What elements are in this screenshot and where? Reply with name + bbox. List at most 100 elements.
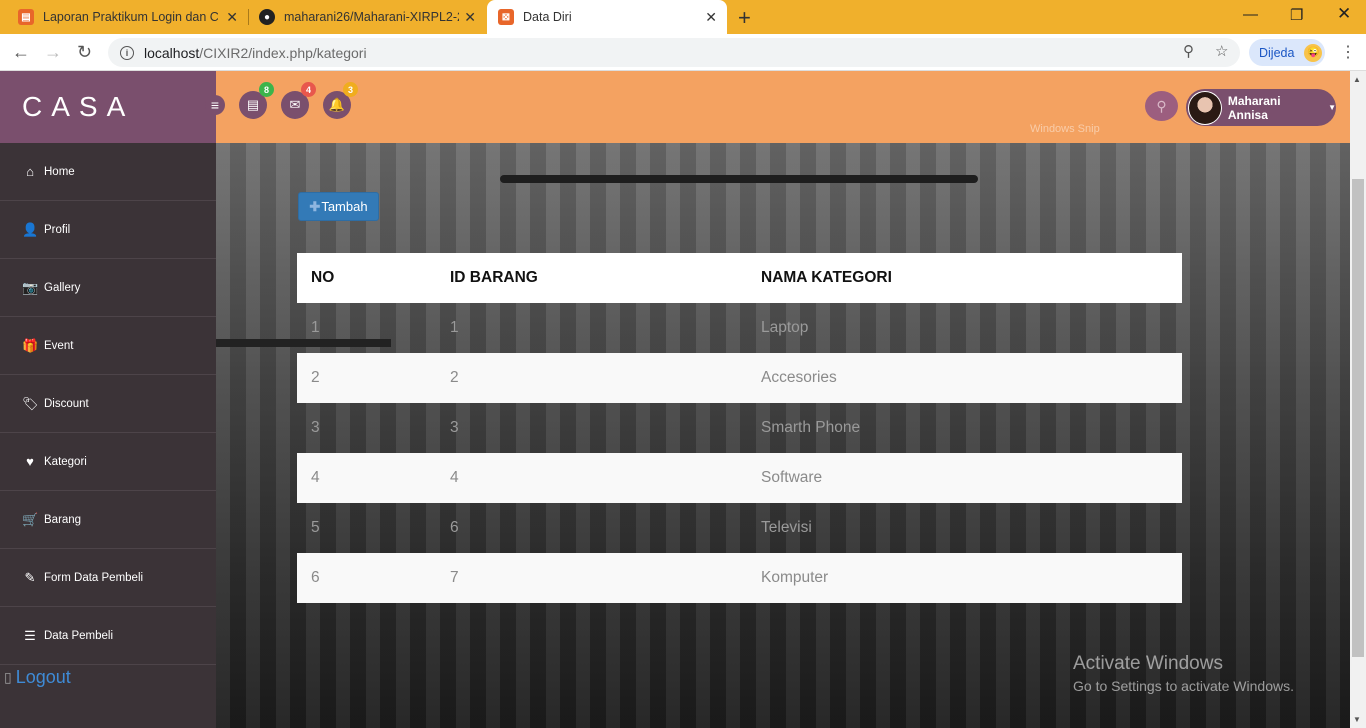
forward-icon[interactable]: → [44, 42, 62, 63]
user-icon: 👤 [22, 221, 39, 237]
user-menu-button[interactable]: Maharani Annisa ▼ [1186, 89, 1336, 126]
user-name: Maharani Annisa [1227, 93, 1281, 122]
search-icon[interactable]: ⚲ [1145, 91, 1178, 121]
sidebar-item-label: Form Data Pembeli [44, 571, 144, 584]
star-icon[interactable]: ☆ [1215, 42, 1228, 60]
sidebar-item-form-data-pembeli[interactable]: ✎ Form Data Pembeli [0, 549, 216, 607]
tambah-button[interactable]: ✚ Tambah [298, 192, 379, 221]
sidebar-item-barang[interactable]: 🛒 Barang [0, 491, 216, 549]
sidebar-item-label: Profil [44, 223, 71, 236]
address-bar: ← → ↻ i localhost/CIXIR2/index.php/kateg… [0, 34, 1366, 71]
cell-no: 6 [311, 569, 320, 586]
browser-tab-bar: ▤ Laporan Praktikum Login dan CRUD ✕ ● m… [0, 0, 1366, 34]
cell-id-barang: 3 [450, 419, 459, 436]
sidebar-item-label: Kategori [44, 455, 87, 468]
background-rack [500, 175, 978, 183]
table-row: 1 1 Laptop [297, 303, 1182, 353]
cell-id-barang: 7 [450, 569, 459, 586]
avatar [1188, 90, 1222, 125]
table-header-row: NO ID BARANG NAMA KATEGORI [297, 253, 1182, 303]
table-row: 5 6 Televisi [297, 503, 1182, 553]
cell-nama-kategori: Komputer [761, 569, 829, 586]
sidebar-item-event[interactable]: 🎁 Event [0, 317, 216, 375]
sidebar-item-label: Home [44, 165, 75, 178]
profile-emoji-icon: 😜 [1304, 43, 1323, 62]
close-icon[interactable]: ✕ [705, 9, 717, 26]
scrollbar-thumb[interactable] [1352, 179, 1364, 657]
reload-icon[interactable]: ↻ [77, 42, 92, 63]
table-row: 4 4 Software [297, 453, 1182, 503]
sidebar-item-label: Barang [44, 513, 82, 526]
heart-icon: ♥ [26, 454, 34, 469]
info-icon[interactable]: i [120, 45, 134, 60]
tab-laporan[interactable]: ▤ Laporan Praktikum Login dan CRUD ✕ [0, 0, 248, 34]
restore-icon[interactable]: ❐ [1290, 6, 1303, 24]
sidebar-item-label: Gallery [44, 281, 81, 294]
tags-icon: 🏷 [22, 395, 39, 411]
sidebar-item-home[interactable]: ⌂ Home [0, 143, 216, 201]
cell-nama-kategori: Software [761, 469, 823, 486]
notifications-count-badge: 3 [343, 82, 358, 97]
sidebar-item-profil[interactable]: 👤 Profil [0, 201, 216, 259]
tab-title: maharani26/Maharani-XIRPL2-22 [284, 10, 459, 24]
xampp-icon: ⊠ [498, 9, 514, 25]
cell-no: 3 [311, 419, 320, 436]
top-navbar [216, 71, 1350, 143]
url-input[interactable]: i localhost/CIXIR2/index.php/kategori [108, 38, 1240, 67]
logout-link[interactable]: ▯ Logout [4, 667, 71, 688]
cell-nama-kategori: Laptop [761, 319, 809, 336]
table-row: 6 7 Komputer [297, 553, 1182, 603]
tab-title: Data Diri [523, 10, 572, 24]
tambah-label: Tambah [321, 199, 368, 214]
sidebar-item-label: Event [44, 339, 74, 352]
cell-nama-kategori: Smarth Phone [761, 419, 861, 436]
sidebar-item-label: Data Pembeli [44, 629, 114, 642]
back-icon[interactable]: ← [12, 42, 30, 63]
logout-label: Logout [15, 667, 71, 687]
menu-kebab-icon[interactable]: ⋮ [1340, 42, 1356, 62]
header-nama-kategori: NAMA KATEGORI [761, 269, 892, 286]
cell-no: 2 [311, 369, 320, 386]
sidebar-item-gallery[interactable]: 📷 Gallery [0, 259, 216, 317]
sidebar-item-label: Discount [44, 397, 89, 410]
cell-nama-kategori: Accesories [761, 369, 837, 386]
cell-no: 1 [311, 319, 320, 336]
brand-logo[interactable]: CASA [0, 71, 216, 143]
hamburger-menu-icon[interactable]: ≡ [205, 95, 225, 115]
tab-data-diri[interactable]: ⊠ Data Diri ✕ [487, 0, 727, 34]
sidebar-item-discount[interactable]: 🏷 Discount [0, 375, 216, 433]
window-close-icon[interactable]: ✕ [1337, 4, 1351, 24]
cell-id-barang: 4 [450, 469, 459, 486]
scroll-up-icon[interactable]: ▲ [1353, 75, 1361, 84]
pencil-icon: ✎ [24, 569, 36, 585]
document-icon: ▤ [18, 9, 34, 25]
url-host: localhost [144, 44, 200, 61]
paused-label: Dijeda [1259, 45, 1295, 60]
zoom-icon[interactable]: ⚲ [1183, 42, 1194, 60]
scroll-down-icon[interactable]: ▼ [1353, 715, 1361, 724]
tasks-count-badge: 8 [259, 82, 274, 97]
mobile-icon: ▯ [4, 669, 12, 685]
activate-windows-watermark: Activate Windows Go to Settings to activ… [1073, 653, 1294, 694]
activate-subtitle: Go to Settings to activate Windows. [1073, 678, 1294, 694]
plus-icon: ✚ [309, 198, 321, 214]
close-icon[interactable]: ✕ [226, 9, 238, 26]
cell-nama-kategori: Televisi [761, 519, 812, 536]
messages-count-badge: 4 [301, 82, 316, 97]
kategori-table: NO ID BARANG NAMA KATEGORI 1 1 Laptop 2 … [297, 253, 1182, 603]
list-icon: ☰ [24, 627, 36, 643]
close-icon[interactable]: ✕ [464, 9, 476, 26]
minimize-icon[interactable]: — [1243, 6, 1258, 23]
activate-title: Activate Windows [1073, 653, 1223, 674]
cell-id-barang: 2 [450, 369, 459, 386]
sidebar-item-data-pembeli[interactable]: ☰ Data Pembeli [0, 607, 216, 665]
sidebar-item-kategori[interactable]: ♥ Kategori [0, 433, 216, 491]
cell-no: 4 [311, 469, 320, 486]
cell-no: 5 [311, 519, 320, 536]
url-path: /CIXIR2/index.php/kategori [199, 44, 367, 61]
paused-profile-button[interactable]: Dijeda 😜 [1249, 39, 1325, 66]
tab-title: Laporan Praktikum Login dan CRUD [43, 10, 218, 24]
new-tab-icon[interactable]: + [738, 5, 751, 31]
ghost-text: Windows Snip [1030, 123, 1100, 135]
tab-github[interactable]: ● maharani26/Maharani-XIRPL2-22 ✕ [249, 0, 486, 34]
